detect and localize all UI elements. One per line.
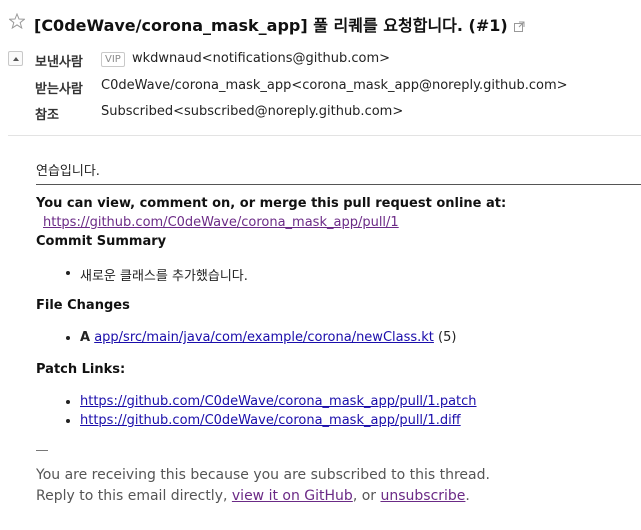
footer-line2: Reply to this email directly, view it on…	[36, 488, 470, 504]
footer-line1: You are receiving this because you are s…	[36, 467, 490, 483]
cc-value[interactable]: Subscribed<subscribed@noreply.github.com…	[101, 104, 403, 119]
to-value[interactable]: C0deWave/corona_mask_app<corona_mask_app…	[101, 78, 568, 93]
vip-badge: VIP	[101, 52, 125, 67]
collapse-header-button[interactable]	[8, 51, 23, 66]
body-divider	[36, 184, 641, 185]
bullet-icon	[66, 419, 70, 423]
commit-item: 새로운 클래스를 추가했습니다.	[80, 269, 248, 284]
diff-link[interactable]: https://github.com/C0deWave/corona_mask_…	[80, 413, 461, 428]
footer-prefix: Reply to this email directly,	[36, 488, 232, 504]
popout-icon[interactable]	[513, 17, 525, 32]
from-value[interactable]: wkdwnaud<notifications@github.com>	[132, 51, 390, 66]
file-change-item: A app/src/main/java/com/example/corona/n…	[80, 330, 456, 345]
file-change-link[interactable]: app/src/main/java/com/example/corona/new…	[94, 330, 434, 345]
unsubscribe-link[interactable]: unsubscribe	[380, 488, 465, 504]
cc-label: 참조	[35, 108, 59, 123]
to-label: 받는사람	[35, 82, 83, 97]
patch-link[interactable]: https://github.com/C0deWave/corona_mask_…	[80, 394, 477, 409]
footer-middle: , or	[352, 488, 381, 504]
signature-dash	[36, 450, 48, 451]
star-icon[interactable]	[8, 12, 26, 30]
bullet-icon	[66, 336, 70, 340]
subject-text: [C0deWave/corona_mask_app] 풀 리퀘를 요청합니다. …	[34, 16, 508, 35]
bullet-icon	[66, 271, 70, 275]
commit-summary-heading: Commit Summary	[36, 234, 167, 249]
header-divider	[8, 135, 641, 136]
bullet-icon	[66, 400, 70, 404]
view-on-github-link[interactable]: view it on GitHub	[232, 488, 353, 504]
pr-link[interactable]: https://github.com/C0deWave/corona_mask_…	[43, 215, 399, 230]
footer-suffix: .	[465, 488, 470, 504]
file-change-count: (5)	[438, 330, 457, 345]
intro-text: 연습입니다.	[36, 164, 100, 179]
email-subject: [C0deWave/corona_mask_app] 풀 리퀘를 요청합니다. …	[34, 12, 525, 36]
from-label: 보낸사람	[35, 55, 83, 70]
patch-links-heading: Patch Links:	[36, 362, 126, 377]
view-pr-text: You can view, comment on, or merge this …	[36, 196, 507, 211]
file-changes-heading: File Changes	[36, 298, 130, 313]
file-change-status: A	[80, 330, 91, 345]
